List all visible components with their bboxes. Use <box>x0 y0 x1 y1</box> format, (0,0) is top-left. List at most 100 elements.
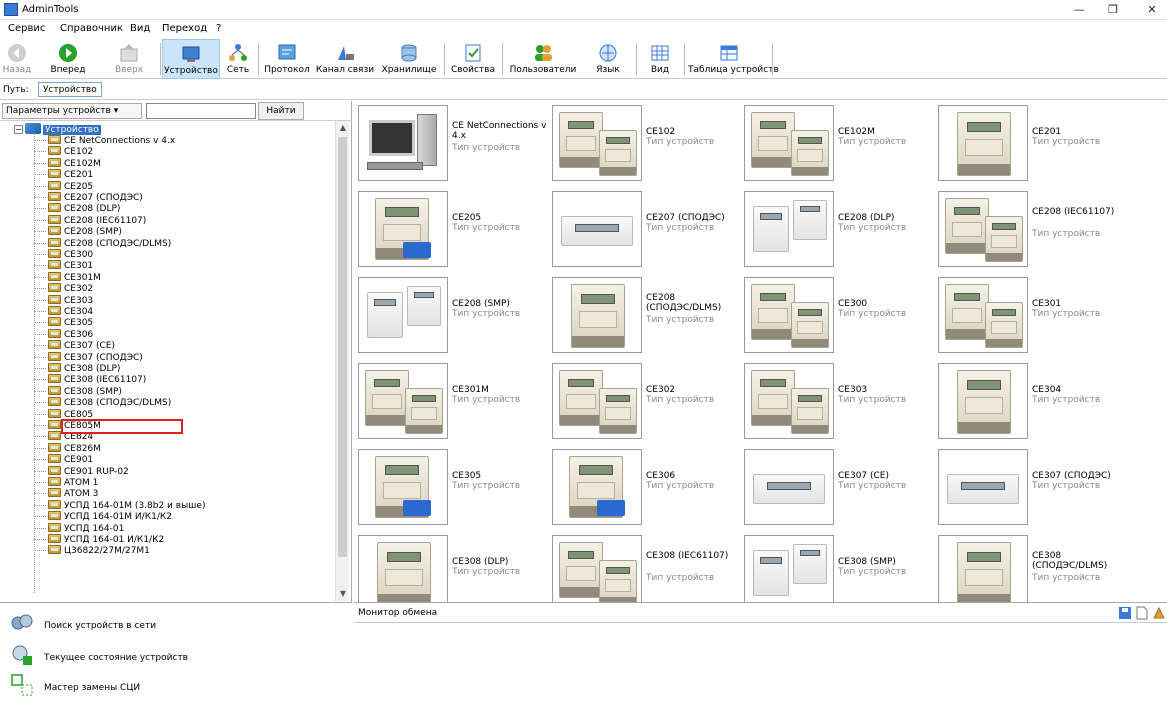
minimize-button[interactable]: — <box>1064 2 1094 18</box>
menu-view[interactable]: Вид <box>130 23 150 34</box>
tree-item[interactable]: CE300 <box>48 249 93 260</box>
tree-item[interactable]: УСПД 164-01 <box>48 522 124 534</box>
device-card[interactable]: CE201 Тип устройств <box>934 101 1127 183</box>
tree-item[interactable]: CE307 (СПОДЭС) <box>48 351 143 363</box>
device-card[interactable]: CE207 (СПОДЭС) Тип устройств <box>548 187 741 269</box>
tree-item[interactable]: CE302 <box>48 283 93 294</box>
tree-item[interactable]: CE301 <box>48 260 93 271</box>
tree-item[interactable]: CE307 (CE) <box>48 340 115 351</box>
device-card[interactable]: CE301 Тип устройств <box>934 273 1127 355</box>
menu-navigate[interactable]: Переход <box>162 23 207 34</box>
tree-item[interactable]: CE301M <box>48 271 101 283</box>
users-button[interactable]: Пользователи <box>506 39 580 79</box>
maximize-button[interactable]: ❐ <box>1098 2 1128 18</box>
tree-item[interactable]: УСПД 164-01 И/К1/К2 <box>48 534 164 545</box>
device-card[interactable]: CE307 (СПОДЭС) Тип устройств <box>934 445 1127 527</box>
tree-item[interactable]: CE208 (DLP) <box>48 203 120 214</box>
tree-item[interactable]: ATOM 3 <box>48 488 98 499</box>
tree-item[interactable]: Ц36822/27М/27М1 <box>48 545 150 556</box>
tree-item[interactable]: CE304 <box>48 306 93 317</box>
tree-item[interactable]: CE201 <box>48 169 93 180</box>
tree-item[interactable]: ATOM 1 <box>48 477 98 488</box>
device-card[interactable]: CE308 (DLP) Тип устройств <box>354 531 547 613</box>
tree-item[interactable]: CE306 <box>48 328 93 340</box>
device-card[interactable]: CE208 (SMP) Тип устройств <box>354 273 547 355</box>
device-card[interactable]: CE208 (IEC61107) Тип устройств <box>934 187 1127 269</box>
tree-item[interactable]: CE205 <box>48 180 93 192</box>
tree-item[interactable]: CE102 <box>48 146 93 157</box>
new-page-icon[interactable] <box>1135 606 1149 620</box>
tree-item[interactable]: CE305 <box>48 317 93 328</box>
language-button[interactable]: Язык <box>582 39 634 79</box>
device-card[interactable]: CE308 (SMP) Тип устройств <box>740 531 933 613</box>
view-button[interactable]: Вид <box>640 39 680 79</box>
tree-item[interactable]: CE308 (СПОДЭС/DLMS) <box>48 397 171 408</box>
properties-button[interactable]: Свойства <box>448 39 498 79</box>
menu-service[interactable]: Сервис <box>8 23 45 34</box>
device-card[interactable]: CE305 Тип устройств <box>354 445 547 527</box>
tree-root[interactable]: − Устройство <box>14 123 101 135</box>
device-card[interactable]: CE205 Тип устройств <box>354 187 547 269</box>
tree-item[interactable]: УСПД 164-01М И/К1/К2 <box>48 511 172 522</box>
device-card[interactable]: CE302 Тип устройств <box>548 359 741 441</box>
find-button[interactable]: Найти <box>258 102 304 120</box>
meter-icon <box>48 397 61 407</box>
toolbar-separator <box>684 43 685 75</box>
tree-item[interactable]: CE901 <box>48 454 93 465</box>
meter-shape <box>751 112 795 168</box>
device-card[interactable]: CE308 (IEC61107) Тип устройств <box>548 531 741 613</box>
up-button[interactable]: Вверх <box>112 39 146 79</box>
device-params-dropdown[interactable]: Параметры устройств ▾ <box>2 103 142 119</box>
device-type: Тип устройств <box>452 223 521 233</box>
device-card[interactable]: CE102 Тип устройств <box>548 101 741 183</box>
menu-help[interactable]: ? <box>216 23 221 34</box>
device-card[interactable]: CE307 (CE) Тип устройств <box>740 445 933 527</box>
network-button[interactable]: Сеть <box>222 39 254 79</box>
protocol-button[interactable]: Протокол <box>262 39 312 79</box>
scroll-up-icon[interactable]: ▲ <box>336 121 350 135</box>
tree-scrollbar[interactable]: ▲ ▼ <box>335 121 349 601</box>
device-card[interactable]: CE308 (СПОДЭС/DLMS) Тип устройств <box>934 531 1127 613</box>
device-card[interactable]: CE301M Тип устройств <box>354 359 547 441</box>
tree-item[interactable]: CE303 <box>48 294 93 306</box>
tree-item[interactable]: CE308 (DLP) <box>48 363 120 374</box>
table-icon <box>718 42 740 64</box>
path-field[interactable]: Устройство <box>38 82 102 97</box>
tree-item[interactable]: CE102M <box>48 157 101 169</box>
tree-item[interactable]: CE208 (SMP) <box>48 226 122 237</box>
device-card[interactable]: CE304 Тип устройств <box>934 359 1127 441</box>
scroll-thumb[interactable] <box>338 137 347 557</box>
search-input[interactable] <box>146 103 256 119</box>
device-card[interactable]: CE208 (DLP) Тип устройств <box>740 187 933 269</box>
clear-icon[interactable] <box>1152 606 1166 620</box>
device-card[interactable]: CE NetConnections v 4.x Тип устройств <box>354 101 547 183</box>
device-button[interactable]: Устройство <box>162 39 220 79</box>
save-icon[interactable] <box>1118 606 1132 620</box>
device-card[interactable]: CE303 Тип устройств <box>740 359 933 441</box>
device-card[interactable]: CE208 (СПОДЭС/DLMS) Тип устройств <box>548 273 741 355</box>
back-button[interactable]: Назад <box>2 39 32 79</box>
tree-item[interactable]: CE NetConnections v 4.x <box>48 135 175 146</box>
forward-button[interactable]: Вперед <box>44 39 92 79</box>
channel-button[interactable]: Канал связи <box>314 39 376 79</box>
collapse-icon[interactable]: − <box>14 125 23 134</box>
tree-item[interactable]: CE826M <box>48 442 101 454</box>
tree-item[interactable]: CE208 (IEC61107) <box>48 214 146 226</box>
scroll-down-icon[interactable]: ▼ <box>336 587 350 601</box>
tree-item[interactable]: CE308 (IEC61107) <box>48 374 146 385</box>
device-folder-icon <box>25 123 41 134</box>
device-card[interactable]: CE306 Тип устройств <box>548 445 741 527</box>
device-card[interactable]: CE102M Тип устройств <box>740 101 933 183</box>
tree-item[interactable]: УСПД 164-01М (3.8b2 и выше) <box>48 499 205 511</box>
device-table-button[interactable]: Таблица устройств <box>688 39 779 79</box>
tree-item[interactable]: CE901 RUP-02 <box>48 465 129 477</box>
menu-reference[interactable]: Справочник <box>60 23 123 34</box>
tree-item[interactable]: CE308 (SMP) <box>48 385 122 397</box>
tree-item[interactable]: CE805 <box>48 408 93 420</box>
tree-item[interactable]: CE207 (СПОДЭС) <box>48 192 143 203</box>
close-button[interactable]: ✕ <box>1137 2 1167 18</box>
tree-item-label: CE308 (СПОДЭС/DLMS) <box>64 398 172 409</box>
device-card[interactable]: CE300 Тип устройств <box>740 273 933 355</box>
storage-button[interactable]: Хранилище <box>378 39 440 79</box>
tree-item[interactable]: CE208 (СПОДЭС/DLMS) <box>48 237 171 249</box>
